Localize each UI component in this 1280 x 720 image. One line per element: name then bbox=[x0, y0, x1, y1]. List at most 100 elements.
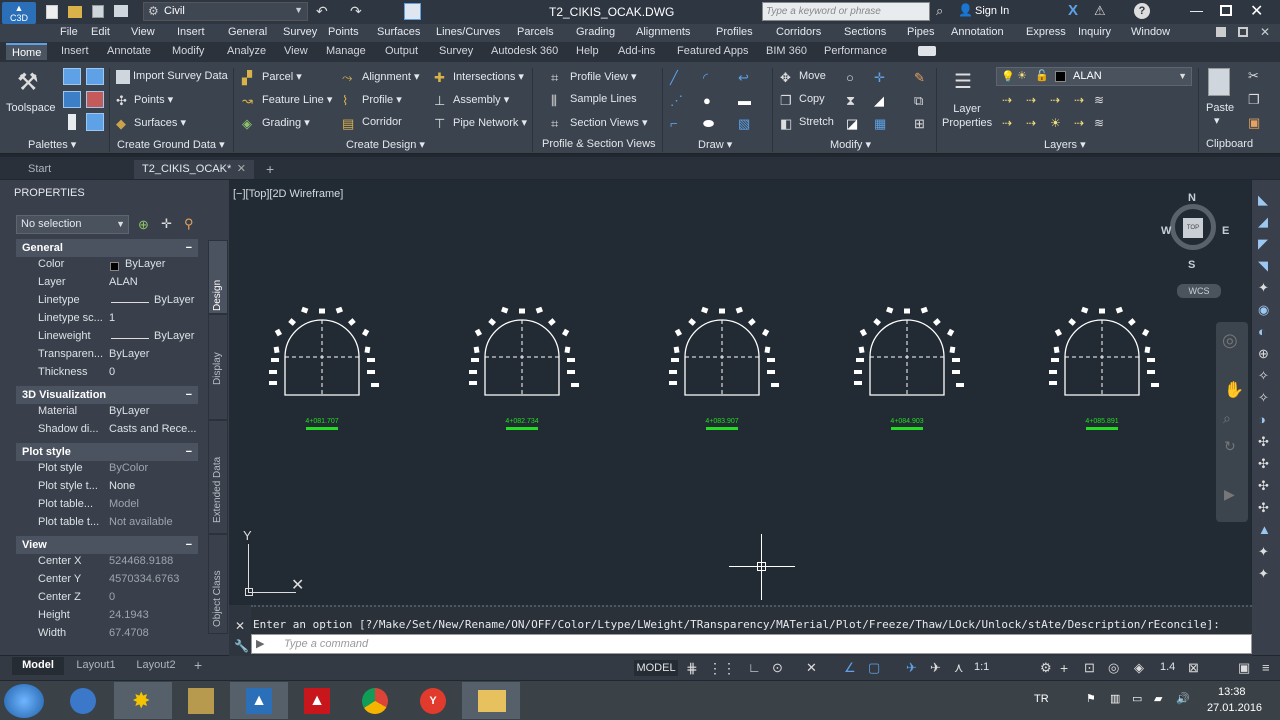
layer-dropdown[interactable]: 💡 ☀ 🔓 ALAN ▼ bbox=[996, 67, 1192, 86]
toolspace-icon[interactable]: ⚒ bbox=[17, 70, 45, 96]
prop-row[interactable]: Plot table t... Not available bbox=[16, 516, 198, 534]
prop-row[interactable]: Shadow di... Casts and Rece... bbox=[16, 423, 198, 441]
menu-profiles[interactable]: Profiles bbox=[716, 26, 753, 38]
tab-output[interactable]: Output bbox=[385, 45, 418, 57]
menu-close-icon[interactable]: ✕ bbox=[1260, 25, 1270, 39]
layer-tool-8-icon[interactable]: ☀ bbox=[1050, 116, 1064, 130]
hardware-accel-icon[interactable]: ◎ bbox=[1108, 660, 1119, 676]
menu-survey[interactable]: Survey bbox=[283, 26, 317, 38]
clean-screen-icon[interactable]: ▣ bbox=[1238, 660, 1250, 676]
palette-icon-6[interactable] bbox=[86, 113, 104, 131]
menu-express[interactable]: Express bbox=[1026, 26, 1066, 38]
tab-survey[interactable]: Survey bbox=[439, 45, 473, 57]
panel-profile-section-views[interactable]: Profile & Section Views bbox=[542, 138, 656, 150]
prop-row[interactable]: Layer ALAN bbox=[16, 276, 198, 294]
copy-button[interactable]: Copy bbox=[799, 93, 825, 105]
menu-lines-curves[interactable]: Lines/Curves bbox=[436, 26, 500, 38]
tool-icon-5[interactable]: ✦ bbox=[1258, 280, 1269, 296]
ortho-icon[interactable]: ∟ bbox=[748, 660, 761, 676]
workspace-gear-icon[interactable]: ⚙ bbox=[1040, 660, 1052, 676]
paste-button[interactable]: Paste ▾ bbox=[1206, 102, 1234, 127]
pan-icon[interactable]: ✋ bbox=[1224, 380, 1244, 400]
redo-icon[interactable]: ↷ bbox=[350, 3, 362, 20]
prop-row[interactable]: Lineweight ByLayer bbox=[16, 330, 198, 348]
tool-icon-7[interactable]: ◐ bbox=[1258, 324, 1266, 339]
prop-row[interactable]: Height 24.1943 bbox=[16, 609, 198, 627]
menu-file[interactable]: File bbox=[60, 26, 78, 38]
layer-tool-3-icon[interactable]: ⇢ bbox=[1050, 93, 1064, 107]
menu-points[interactable]: Points bbox=[328, 26, 359, 38]
tab-featured-apps[interactable]: Featured Apps bbox=[677, 45, 749, 57]
hatch-icon[interactable]: ▧ bbox=[738, 116, 752, 131]
side-tab-object-class[interactable]: Object Class bbox=[208, 534, 228, 634]
transparency-icon[interactable]: ▢ bbox=[868, 660, 880, 676]
side-tab-extended-data[interactable]: Extended Data bbox=[208, 420, 228, 534]
add-layout-icon[interactable]: + bbox=[194, 657, 202, 673]
tool-icon-13[interactable]: ✣ bbox=[1258, 456, 1269, 472]
rotate-icon[interactable]: ○ bbox=[846, 70, 860, 85]
tab-home[interactable]: Home bbox=[6, 43, 48, 60]
snap-icon[interactable]: ⋮⋮ bbox=[708, 660, 736, 676]
binoculars-icon[interactable]: ⌕ bbox=[936, 3, 943, 19]
side-tab-display[interactable]: Display bbox=[208, 314, 228, 420]
print-icon[interactable] bbox=[114, 5, 128, 17]
new-icon[interactable] bbox=[46, 5, 58, 19]
prop-row[interactable]: Linetype ByLayer bbox=[16, 294, 198, 312]
rectangle-icon[interactable]: ▬ bbox=[738, 93, 752, 108]
offset-icon[interactable]: ⊞ bbox=[914, 116, 928, 131]
menu-restore-icon[interactable] bbox=[1238, 27, 1248, 37]
polyline-icon[interactable]: ↩ bbox=[738, 70, 752, 85]
selection-dropdown[interactable]: No selection ▼ bbox=[16, 215, 129, 234]
workspace-switch-icon[interactable] bbox=[404, 3, 421, 20]
assembly-button[interactable]: Assembly ▾ bbox=[453, 93, 509, 106]
prop-row[interactable]: Transparen... ByLayer bbox=[16, 348, 198, 366]
open-icon[interactable] bbox=[68, 6, 82, 18]
quick-select-icon[interactable]: ⚲ bbox=[184, 216, 194, 232]
section-general[interactable]: General − bbox=[16, 239, 198, 257]
panel-layers[interactable]: Layers ▾ bbox=[1044, 138, 1086, 151]
panel-modify[interactable]: Modify ▾ bbox=[830, 138, 871, 151]
tool-icon-2[interactable]: ◢ bbox=[1258, 214, 1268, 230]
select-objects-icon[interactable]: ✛ bbox=[161, 216, 172, 232]
palette-icon-4[interactable] bbox=[86, 91, 104, 108]
menu-surfaces[interactable]: Surfaces bbox=[377, 26, 420, 38]
prop-row[interactable]: Center Y 4570334.6763 bbox=[16, 573, 198, 591]
close-command-icon[interactable]: ✕ bbox=[235, 619, 245, 633]
feature-line-button[interactable]: Feature Line ▾ bbox=[262, 93, 332, 106]
tab-insert[interactable]: Insert bbox=[61, 45, 89, 57]
menu-parcels[interactable]: Parcels bbox=[517, 26, 554, 38]
maximize-button[interactable] bbox=[1220, 5, 1232, 16]
prop-row[interactable]: Center X 524468.9188 bbox=[16, 555, 198, 573]
grading-button[interactable]: Grading ▾ bbox=[262, 116, 310, 129]
prop-row[interactable]: Material ByLayer bbox=[16, 405, 198, 423]
panel-draw[interactable]: Draw ▾ bbox=[698, 138, 732, 151]
intersections-button[interactable]: Intersections ▾ bbox=[453, 70, 524, 83]
prop-row[interactable]: Plot table... Model bbox=[16, 498, 198, 516]
ribbon-options-icon[interactable] bbox=[918, 46, 936, 56]
app-logo-icon[interactable]: ▲ C3D bbox=[2, 2, 36, 24]
taskbar-app-3[interactable] bbox=[172, 682, 230, 719]
section-view[interactable]: View − bbox=[16, 536, 198, 554]
tool-icon-11[interactable]: ◑ bbox=[1258, 412, 1266, 427]
trim-icon[interactable]: ✛ bbox=[874, 70, 888, 85]
menu-sections[interactable]: Sections bbox=[844, 26, 886, 38]
tool-icon-16[interactable]: ▲ bbox=[1258, 522, 1271, 537]
profile-view-button[interactable]: Profile View ▾ bbox=[570, 70, 636, 83]
palette-icon-3[interactable] bbox=[63, 91, 81, 108]
arc-icon[interactable]: ◜ bbox=[703, 70, 717, 85]
navigation-bar[interactable]: ◎ ✋ ⌕ ↻ ▶ bbox=[1216, 322, 1248, 522]
spline-icon[interactable]: ⌐ bbox=[670, 116, 684, 131]
parcel-button[interactable]: Parcel ▾ bbox=[262, 70, 302, 83]
customization-icon[interactable]: ≡ bbox=[1262, 660, 1270, 676]
taskbar-explorer[interactable] bbox=[462, 682, 520, 719]
section-plot-style[interactable]: Plot style − bbox=[16, 443, 198, 461]
section-views-button[interactable]: Section Views ▾ bbox=[570, 116, 647, 129]
pipe-network-button[interactable]: Pipe Network ▾ bbox=[453, 116, 527, 129]
plus-icon[interactable]: + bbox=[1060, 660, 1068, 676]
tab-annotate[interactable]: Annotate bbox=[107, 45, 151, 57]
tool-icon-14[interactable]: ✣ bbox=[1258, 478, 1269, 494]
tab-autodesk-360[interactable]: Autodesk 360 bbox=[491, 45, 558, 57]
layer-tool-2-icon[interactable]: ⇢ bbox=[1026, 93, 1040, 107]
taskbar-app-2[interactable]: ✸ bbox=[114, 682, 172, 719]
toggle-pickadd-icon[interactable]: ⊕ bbox=[138, 217, 149, 233]
